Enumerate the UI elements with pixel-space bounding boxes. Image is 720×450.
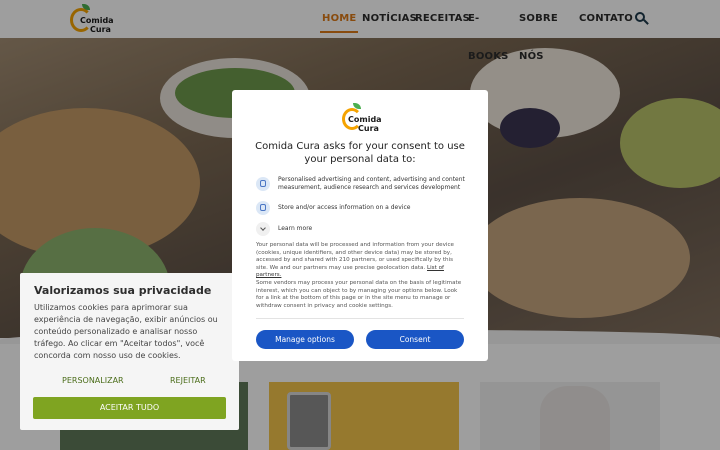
person-icon	[256, 177, 270, 191]
dialog-logo-line2: Cura	[358, 124, 379, 133]
dialog-logo: Comida Cura	[342, 102, 382, 133]
reject-button[interactable]: REJEITAR	[170, 376, 206, 385]
personalize-button[interactable]: PERSONALIZAR	[62, 376, 124, 385]
cookie-title: Valorizamos sua privacidade	[34, 284, 212, 297]
divider	[256, 318, 464, 319]
learn-more-label: Learn more	[278, 225, 313, 232]
purpose-text: Store and/or access information on a dev…	[278, 204, 411, 211]
purpose-item: Personalised advertising and content, ad…	[256, 176, 470, 192]
cookie-banner: Valorizamos sua privacidade Utilizamos c…	[20, 273, 239, 430]
legitimate-interest-text: Some vendors may process your personal d…	[256, 280, 462, 309]
learn-more-toggle[interactable]: Learn more	[256, 222, 470, 236]
accept-all-button[interactable]: ACEITAR TUDO	[33, 397, 226, 419]
manage-options-button[interactable]: Manage options	[256, 330, 354, 349]
dialog-logo-line1: Comida	[348, 115, 382, 124]
chevron-down-icon	[256, 222, 270, 236]
consent-dialog: Comida Cura Comida Cura asks for your co…	[232, 90, 488, 361]
dialog-heading: Comida Cura asks for your consent to use…	[255, 141, 465, 165]
purpose-text: Personalised advertising and content, ad…	[278, 176, 465, 191]
cookie-text: Utilizamos cookies para aprimorar sua ex…	[34, 303, 218, 360]
data-processing-text: Your personal data will be processed and…	[256, 242, 466, 280]
device-icon	[256, 201, 270, 215]
paragraph1: Your personal data will be processed and…	[256, 242, 454, 271]
consent-button[interactable]: Consent	[366, 330, 464, 349]
purpose-item: Store and/or access information on a dev…	[256, 201, 470, 215]
